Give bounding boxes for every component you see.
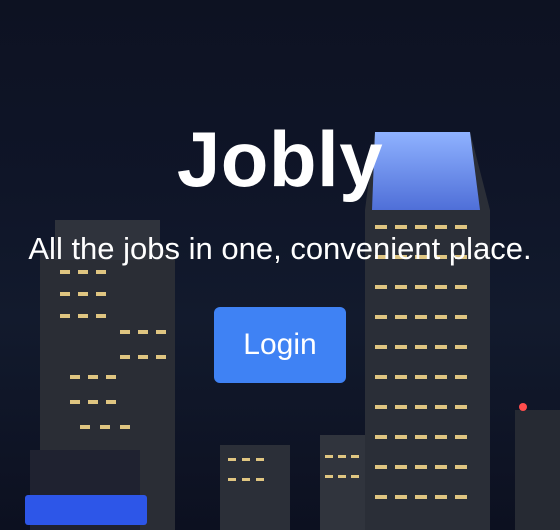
login-button[interactable]: Login	[214, 307, 346, 383]
hero-section: Jobly All the jobs in one, convenient pl…	[0, 120, 560, 383]
app-title: Jobly	[176, 115, 384, 203]
app-subtitle: All the jobs in one, convenient place.	[28, 231, 532, 266]
landing-page: Jobly All the jobs in one, convenient pl…	[0, 0, 560, 530]
